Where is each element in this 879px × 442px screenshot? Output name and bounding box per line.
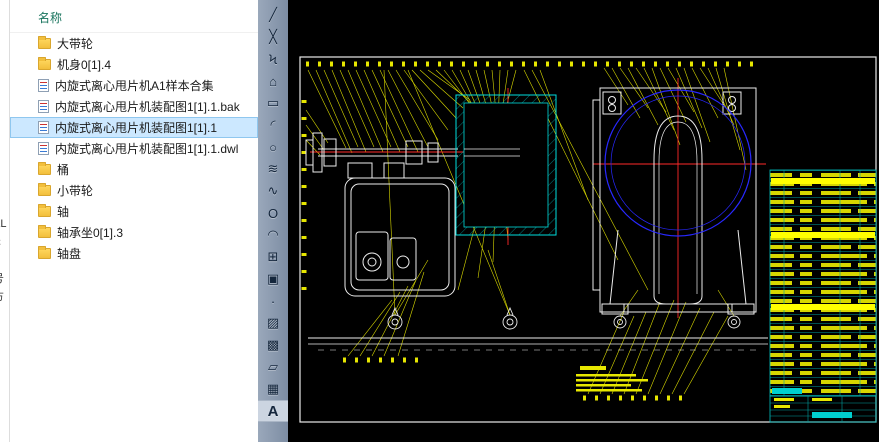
folder-icon — [38, 227, 51, 238]
file-row[interactable]: 内旋式离心甩片机A1样本合集 — [10, 75, 258, 96]
file-name: 桶 — [57, 161, 69, 178]
folder-icon — [38, 206, 51, 217]
clipped-text: C — [0, 237, 1, 249]
clipped-text: 号 — [0, 270, 4, 286]
file-name: 轴承坐0[1].3 — [57, 224, 123, 241]
drum-section — [456, 95, 556, 235]
ellipse-arc-tool-icon[interactable]: ◠ — [258, 224, 288, 246]
folder-icon — [38, 38, 51, 49]
spline-tool-icon[interactable]: ∿ — [258, 180, 288, 202]
file-name: 内旋式离心甩片机装配图1[1].1 — [55, 119, 217, 136]
rectangle-tool-icon[interactable]: ▭ — [258, 92, 288, 114]
polygon-tool-icon[interactable]: ⌂ — [258, 70, 288, 92]
file-explorer-panel: 名称 大带轮 机身0[1].4 内旋式离心甩片机A1样本合集 内旋式离心甩片机装… — [10, 0, 258, 442]
file-icon — [38, 79, 49, 92]
file-name: 轴 — [57, 203, 69, 220]
polyline-tool-icon[interactable]: Ϟ — [258, 48, 288, 70]
folder-icon — [38, 59, 51, 70]
table-tool-icon[interactable]: ▦ — [258, 378, 288, 400]
file-row[interactable]: 轴盘 — [10, 243, 258, 264]
file-row[interactable]: 小带轮 — [10, 180, 258, 201]
point-tool-icon[interactable]: · — [258, 290, 288, 312]
file-row[interactable]: 大带轮 — [10, 33, 258, 54]
anchor-balloons — [388, 308, 740, 329]
clipped-text: 方 — [0, 288, 4, 304]
file-row-selected[interactable]: 内旋式离心甩片机装配图1[1].1 — [10, 117, 258, 138]
multiline-text-tool-icon[interactable]: A — [258, 400, 288, 422]
clipped-text: AL — [0, 218, 6, 230]
folder-icon — [38, 164, 51, 175]
file-name: 小带轮 — [57, 182, 93, 199]
file-name: 机身0[1].4 — [57, 56, 111, 73]
revision-cloud-tool-icon[interactable]: ≋ — [258, 158, 288, 180]
file-row[interactable]: 机身0[1].4 — [10, 54, 258, 75]
file-row[interactable]: 内旋式离心甩片机装配图1[1].1.bak — [10, 96, 258, 117]
folder-icon — [38, 185, 51, 196]
cad-drawing — [288, 0, 879, 442]
draw-toolbar: ╱ ╳ Ϟ ⌂ ▭ ◜ ○ ≋ ∿ Ο ◠ ⊞ ▣ · ▨ ▩ ▱ ▦ A — [258, 0, 288, 442]
construction-line-tool-icon[interactable]: ╳ — [258, 26, 288, 48]
cad-application-window: AL C 号 方 名称 大带轮 机身0[1].4 内旋式离心甩片机A1样本合集 … — [0, 0, 879, 442]
file-icon — [38, 121, 49, 134]
gradient-tool-icon[interactable]: ▩ — [258, 334, 288, 356]
arc-tool-icon[interactable]: ◜ — [258, 114, 288, 136]
clipped-left-pane: AL C 号 方 — [0, 0, 10, 442]
title-block — [770, 396, 876, 422]
file-name: 内旋式离心甩片机装配图1[1].1.bak — [55, 98, 240, 115]
file-row[interactable]: 轴承坐0[1].3 — [10, 222, 258, 243]
file-name: 大带轮 — [57, 35, 93, 52]
bom-table — [770, 170, 876, 396]
name-column-header[interactable]: 名称 — [10, 0, 258, 33]
file-name: 轴盘 — [57, 245, 81, 262]
file-icon — [38, 100, 49, 113]
circle-tool-icon[interactable]: ○ — [258, 136, 288, 158]
insert-block-tool-icon[interactable]: ⊞ — [258, 246, 288, 268]
line-tool-icon[interactable]: ╱ — [258, 4, 288, 26]
file-row[interactable]: 轴 — [10, 201, 258, 222]
base-lines — [308, 338, 768, 350]
make-block-tool-icon[interactable]: ▣ — [258, 268, 288, 290]
file-icon — [38, 142, 49, 155]
ellipse-tool-icon[interactable]: Ο — [258, 202, 288, 224]
technical-notes — [576, 366, 648, 392]
file-row[interactable]: 内旋式离心甩片机装配图1[1].1.dwl — [10, 138, 258, 159]
file-name: 内旋式离心甩片机A1样本合集 — [55, 77, 214, 94]
hatch-tool-icon[interactable]: ▨ — [258, 312, 288, 334]
region-tool-icon[interactable]: ▱ — [258, 356, 288, 378]
file-list: 大带轮 机身0[1].4 内旋式离心甩片机A1样本合集 内旋式离心甩片机装配图1… — [10, 33, 258, 264]
cad-drawing-canvas[interactable] — [288, 0, 879, 442]
left-view — [306, 133, 458, 296]
file-row[interactable]: 桶 — [10, 159, 258, 180]
file-name: 内旋式离心甩片机装配图1[1].1.dwl — [55, 140, 238, 157]
folder-icon — [38, 248, 51, 259]
